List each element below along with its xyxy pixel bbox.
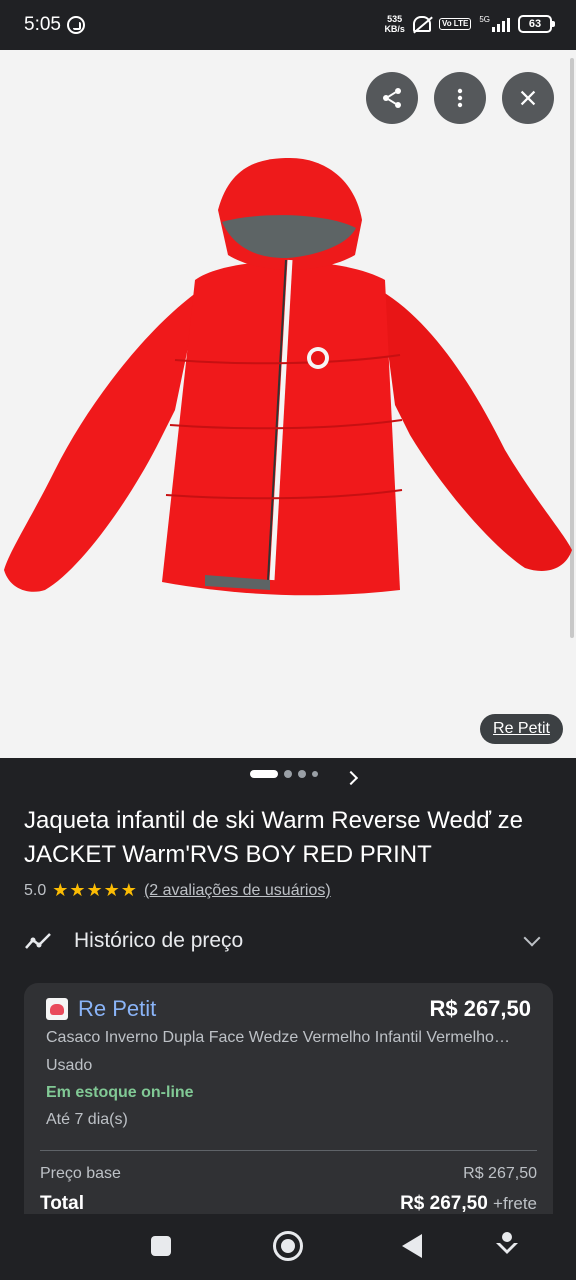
price-history-label: Histórico de preço [74,929,244,952]
total-label: Total [40,1193,84,1214]
stock-status: Em estoque on-line [46,1084,194,1101]
total-value: R$ 267,50 +frete [400,1193,537,1215]
product-title: Jaqueta infantil de ski Warm Reverse Wed… [24,807,523,868]
image-carousel-dots [250,770,318,778]
offer-description: Casaco Inverno Dupla Face Wedze Vermelho… [46,1029,510,1046]
share-button[interactable] [366,72,418,124]
network-speed: 535 KB/s [384,14,405,34]
merchant[interactable]: Re Petit [46,996,156,1022]
rating-row: 5.0 ★★★★★ (2 avaliações de usuários) [24,880,331,901]
status-icons: 535 KB/s Vo LTE 5G 63 [384,14,555,34]
product-jacket-image [4,158,572,596]
status-bar: 5:05 535 KB/s Vo LTE 5G 63 [0,0,576,50]
home-button[interactable] [273,1231,303,1261]
image-source-chip[interactable]: Re Petit [480,714,563,744]
price-history-toggle[interactable]: Histórico de preço [24,924,544,958]
base-price-label: Preço base [40,1165,121,1182]
volte-badge: Vo LTE [438,18,472,30]
more-vert-icon [457,88,463,108]
star-rating-icon: ★★★★★ [52,880,138,900]
mute-icon [412,16,431,32]
share-icon [383,88,401,108]
merchant-name[interactable]: Re Petit [78,996,156,1022]
close-button[interactable] [502,72,554,124]
rating-value: 5.0 [24,881,47,899]
speed-value: 535 [387,14,403,24]
carousel-dot[interactable] [312,771,318,777]
chevron-right-icon[interactable] [343,770,359,786]
more-options-button[interactable] [434,72,486,124]
offer-card[interactable]: Re Petit R$ 267,50 Casaco Inverno Dupla … [24,983,553,1243]
close-icon [520,90,536,106]
back-button[interactable] [402,1234,422,1258]
shipping-note: +frete [493,1194,537,1213]
battery-level: 63 [528,18,542,30]
recents-button[interactable] [151,1236,171,1256]
carousel-dot-active[interactable] [250,770,278,778]
offer-condition: Usado [46,1057,93,1074]
reviews-link[interactable]: (2 avaliações de usuários) [144,882,331,900]
base-price-value: R$ 267,50 [463,1165,537,1182]
whatsapp-icon [66,16,85,34]
total-price: R$ 267,50 [400,1193,488,1214]
offer-price: R$ 267,50 [429,996,531,1021]
signal-icon: 5G [479,16,510,32]
trending-icon [25,933,51,949]
carousel-dot[interactable] [284,770,292,778]
chevron-down-icon [523,929,541,947]
battery-icon: 63 [518,15,555,33]
divider [40,1150,537,1151]
speed-unit: KB/s [384,24,405,34]
assistant-icon[interactable] [494,1230,520,1258]
status-time: 5:05 [24,14,61,35]
delivery-time: Até 7 dia(s) [46,1111,128,1128]
carousel-dot[interactable] [298,770,306,778]
network-type: 5G [479,15,490,24]
merchant-logo [46,998,68,1020]
system-nav-bar [0,1214,576,1280]
